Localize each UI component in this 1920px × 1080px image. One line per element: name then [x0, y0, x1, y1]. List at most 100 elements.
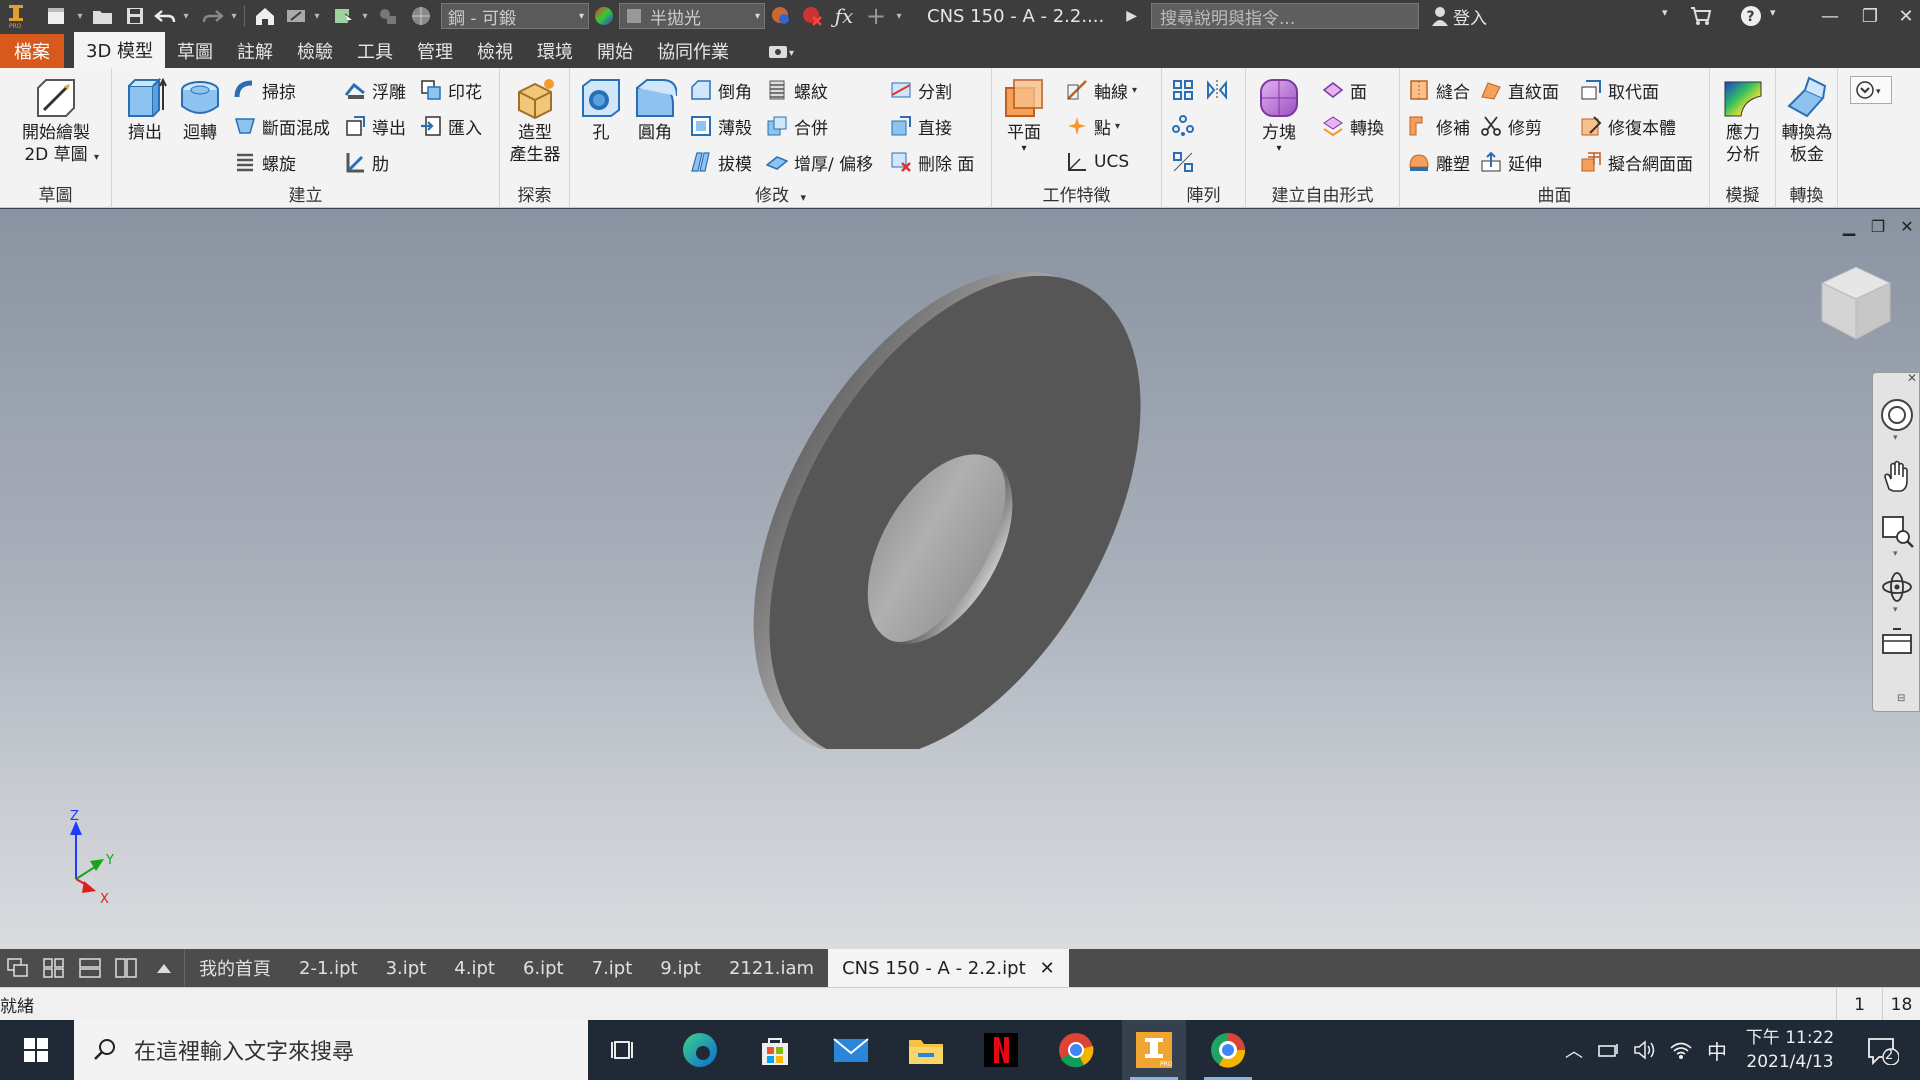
replace-face-button[interactable]: 取代面 [1580, 74, 1659, 106]
close-tab-icon[interactable]: ✕ [1040, 958, 1055, 979]
emboss-button[interactable]: 浮雕 [344, 74, 406, 106]
extend-button[interactable]: 延伸 [1480, 146, 1542, 178]
sign-in-link[interactable]: 登入 [1453, 4, 1487, 29]
chevron-right-icon[interactable]: ▶ [1126, 8, 1137, 24]
redo-icon[interactable] [198, 0, 228, 32]
customize-qat-icon[interactable]: ▾ [891, 0, 907, 32]
clear-appearance-icon[interactable] [797, 0, 827, 32]
stress-analysis-button[interactable]: 應力 分析 [1718, 76, 1768, 166]
minimize-icon[interactable]: — [1810, 0, 1850, 32]
mirror-button[interactable] [1206, 74, 1234, 106]
tab-collaborate[interactable]: 協同作業 [645, 34, 741, 68]
cart-icon[interactable] [1684, 0, 1718, 32]
doc-tab-6[interactable]: 6.ipt [509, 949, 578, 987]
open-documents-icon[interactable] [144, 949, 184, 987]
file-explorer-icon[interactable] [896, 1020, 956, 1080]
update-icon[interactable] [281, 0, 311, 32]
volume-tray-icon[interactable] [1630, 1020, 1660, 1080]
panel-title-modify[interactable]: 修改 ▾ [570, 181, 991, 206]
tab-environments[interactable]: 環境 [525, 34, 585, 68]
hole-button[interactable]: 孔 [578, 76, 624, 144]
navbar-close-icon[interactable]: ✕ [1907, 371, 1917, 385]
user-icon[interactable] [1427, 0, 1453, 32]
thread-button[interactable]: 螺紋 [766, 74, 828, 106]
task-view-icon[interactable] [594, 1020, 654, 1080]
shell-button[interactable]: 薄殼 [690, 110, 752, 142]
tab-get-started[interactable]: 開始 [585, 34, 645, 68]
tab-manage[interactable]: 管理 [405, 34, 465, 68]
help-icon[interactable]: ? [1734, 0, 1768, 32]
draft-button[interactable]: 拔模 [690, 146, 752, 178]
tab-file[interactable]: 檔案 [0, 34, 64, 68]
tab-view[interactable]: 檢視 [465, 34, 525, 68]
windows-start-icon[interactable] [6, 1020, 66, 1080]
trim-button[interactable]: 修剪 [1480, 110, 1542, 142]
orbit-dropdown-icon[interactable]: ▾ [1893, 605, 1898, 615]
sweep-button[interactable]: 掃掠 [234, 74, 296, 106]
new-dropdown-icon[interactable]: ▾ [74, 0, 86, 32]
rib-button[interactable]: 肋 [344, 146, 389, 178]
color-wheel-icon[interactable] [589, 0, 619, 32]
circular-pattern-button[interactable] [1172, 110, 1200, 142]
repair-bodies-button[interactable]: 修復本體 [1580, 110, 1676, 142]
select-dropdown-icon[interactable]: ▾ [359, 0, 371, 32]
fillet-button[interactable]: 圓角 [632, 76, 678, 144]
help-dropdown-icon[interactable]: ▾ [1770, 6, 1776, 19]
doc-tab-cns150[interactable]: CNS 150 - A - 2.2.ipt ✕ [828, 949, 1069, 987]
netflix-icon[interactable] [971, 1020, 1031, 1080]
panel-visibility-icon[interactable]: ▾ [761, 34, 803, 68]
redo-dropdown-icon[interactable]: ▾ [228, 0, 240, 32]
tile-windows-icon[interactable] [36, 949, 72, 987]
adjust-appearance-icon[interactable] [765, 0, 797, 32]
parameters-fx-icon[interactable]: ƒx [827, 0, 861, 32]
doc-tab-2121[interactable]: 2121.iam [715, 949, 828, 987]
direct-edit-button[interactable]: 直接 [890, 110, 952, 142]
freeform-face-button[interactable]: 面 [1322, 74, 1367, 106]
tab-3d-model[interactable]: 3D 模型 [74, 32, 166, 68]
inventor-taskbar-icon[interactable]: PRO [1122, 1020, 1186, 1080]
select-filter-icon[interactable] [329, 0, 359, 32]
delete-face-button[interactable]: 刪除 面 [890, 146, 974, 178]
derive-button[interactable]: 導出 [344, 110, 406, 142]
new-file-icon[interactable] [40, 0, 74, 32]
patch-button[interactable]: 修補 [1408, 110, 1470, 142]
open-folder-icon[interactable] [86, 0, 120, 32]
tile-horizontal-icon[interactable] [72, 949, 108, 987]
cascade-windows-icon[interactable] [0, 949, 36, 987]
gray-tool-icon[interactable] [371, 0, 405, 32]
tray-expand-icon[interactable]: ︿ [1560, 1020, 1588, 1080]
tab-inspect[interactable]: 檢驗 [285, 34, 345, 68]
wheel-dropdown-icon[interactable]: ▾ [1893, 433, 1898, 443]
view-cube[interactable] [1816, 259, 1896, 345]
combine-button[interactable]: 合併 [766, 110, 828, 142]
zoom-icon[interactable] [1879, 513, 1915, 549]
doc-tab-7[interactable]: 7.ipt [578, 949, 647, 987]
loft-button[interactable]: 斷面混成 [234, 110, 330, 142]
tab-sketch[interactable]: 草圖 [165, 34, 225, 68]
inventor-logo[interactable]: PRO [0, 0, 32, 32]
revolve-button[interactable]: 迴轉 [174, 76, 226, 144]
update-dropdown-icon[interactable]: ▾ [311, 0, 323, 32]
measure-plus-icon[interactable]: + [861, 0, 891, 32]
sketch-driven-pattern-button[interactable] [1172, 146, 1200, 178]
plane-button[interactable]: 平面 ▾ [1000, 76, 1048, 154]
ime-indicator[interactable]: 中 [1702, 1020, 1732, 1080]
microsoft-store-icon[interactable] [745, 1020, 805, 1080]
sketch-dropdown-icon[interactable]: ▾ [94, 152, 99, 163]
network-tray-icon[interactable] [1594, 1020, 1624, 1080]
doc-tab-3[interactable]: 3.ipt [372, 949, 441, 987]
undo-dropdown-icon[interactable]: ▾ [180, 0, 192, 32]
chamfer-button[interactable]: 倒角 [690, 74, 752, 106]
orbit-icon[interactable] [1879, 569, 1915, 605]
ribbon-options-button[interactable]: ▾ [1850, 76, 1892, 104]
look-at-icon[interactable] [1879, 625, 1915, 661]
appearance-combo[interactable]: 半拋光 ▾ [619, 3, 765, 29]
close-icon[interactable]: ✕ [1886, 0, 1920, 32]
tile-vertical-icon[interactable] [108, 949, 144, 987]
start-2d-sketch-button[interactable]: 開始繪製 2D 草圖 [14, 76, 98, 166]
mail-icon[interactable] [821, 1020, 881, 1080]
extrude-button[interactable]: 擠出 [120, 76, 170, 144]
edge-chromium-icon[interactable] [1196, 1020, 1260, 1080]
coil-button[interactable]: 螺旋 [234, 146, 296, 178]
doc-tab-9[interactable]: 9.ipt [646, 949, 715, 987]
